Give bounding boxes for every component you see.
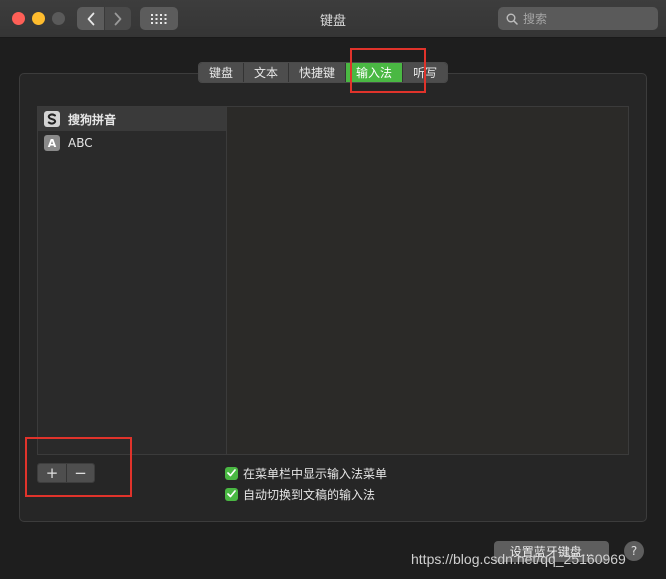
list-item-label: 搜狗拼音: [68, 112, 117, 127]
watermark-text: https://blog.csdn.net/qq_25160969: [411, 551, 626, 567]
tab-keyboard[interactable]: 键盘: [199, 63, 245, 82]
title-bar: 键盘: [0, 0, 666, 38]
search-icon: [506, 13, 518, 25]
list-item-sogou[interactable]: 搜狗拼音: [38, 107, 226, 131]
list-item-abc[interactable]: A ABC: [38, 131, 226, 155]
abc-icon: A: [44, 135, 60, 151]
annotation-box-tab: [350, 48, 426, 93]
annotation-box-add-remove: [25, 437, 132, 497]
input-source-detail-pane: [226, 106, 629, 455]
auto-switch-input-option[interactable]: 自动切换到文稿的输入法: [225, 486, 375, 502]
checkbox-show-input-menu[interactable]: [225, 466, 238, 480]
option-label: 在菜单栏中显示输入法菜单: [243, 466, 388, 481]
tab-shortcuts[interactable]: 快捷键: [289, 63, 347, 82]
checkmark-icon: [227, 469, 236, 477]
input-source-list[interactable]: 搜狗拼音 A ABC: [37, 106, 227, 455]
option-label: 自动切换到文稿的输入法: [243, 487, 376, 502]
show-input-menu-option[interactable]: 在菜单栏中显示输入法菜单: [225, 465, 387, 481]
checkbox-auto-switch[interactable]: [225, 487, 238, 501]
search-field[interactable]: [498, 7, 658, 30]
tab-text[interactable]: 文本: [244, 63, 290, 82]
help-button[interactable]: ?: [624, 541, 644, 561]
checkmark-icon: [227, 490, 236, 498]
sogou-icon: [44, 111, 60, 127]
list-item-label: ABC: [68, 136, 93, 150]
search-input[interactable]: [523, 11, 643, 26]
